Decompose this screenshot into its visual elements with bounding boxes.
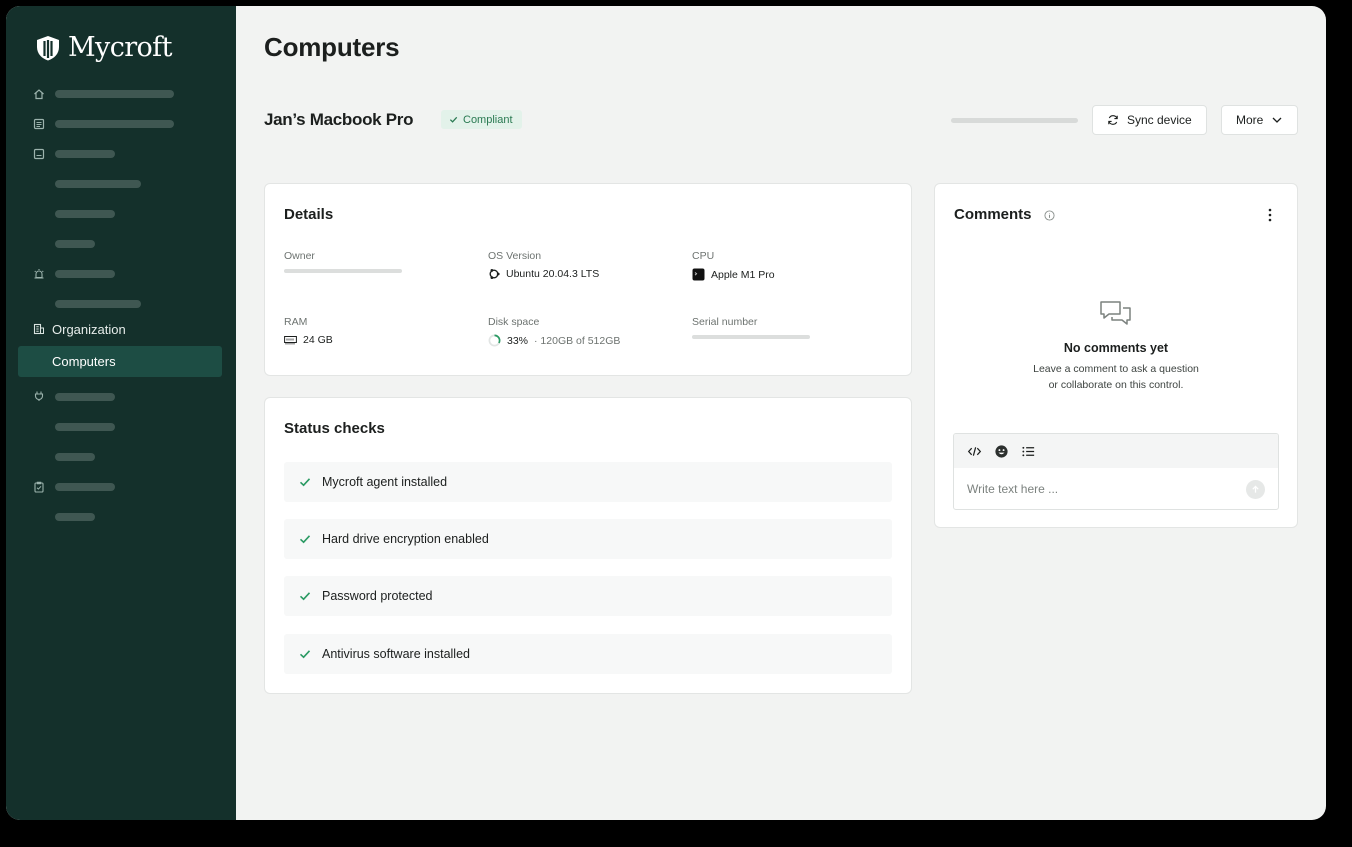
nav-item-computers-label[interactable]: Computers — [52, 354, 116, 369]
nav-item-placeholder[interactable] — [55, 483, 115, 491]
building-icon[interactable] — [33, 323, 45, 335]
status-check-row[interactable]: Antivirus software installed — [284, 634, 892, 674]
status-badge: Compliant — [441, 110, 522, 129]
status-checks-card: Status checks Mycroft agent installed Ha… — [264, 397, 912, 694]
disk-percent: 33% — [507, 334, 529, 347]
emoji-icon[interactable] — [994, 444, 1009, 459]
empty-state-line: Leave a comment to ask a question — [1033, 363, 1199, 375]
nav-item-placeholder[interactable] — [55, 150, 115, 158]
check-icon — [299, 592, 311, 601]
disk-field: Disk space 33% · 120GB of 512GB — [488, 316, 620, 347]
shield-logo-icon — [37, 35, 59, 60]
comments-card: Comments No comments yet Leave a comment… — [934, 183, 1298, 528]
more-label: More — [1236, 113, 1264, 127]
page-title: Computers — [264, 32, 400, 62]
comments-title: Comments — [954, 206, 1032, 223]
status-check-row[interactable]: Password protected — [284, 576, 892, 616]
empty-state-line: or collaborate on this control. — [1048, 379, 1184, 391]
code-icon[interactable] — [967, 444, 982, 459]
sync-device-button[interactable]: Sync device — [1092, 105, 1207, 135]
ubuntu-icon — [489, 269, 500, 279]
owner-field: Owner — [284, 250, 402, 273]
main-content: Computers Jan’s Macbook Pro Compliant Sy… — [236, 6, 1326, 820]
status-checks-title: Status checks — [284, 420, 385, 437]
nav-subitem-placeholder[interactable] — [55, 210, 115, 218]
ram-label: RAM — [284, 316, 308, 328]
chevron-down-icon — [1272, 117, 1282, 123]
header-placeholder-bar — [951, 118, 1078, 123]
bullet-list-icon[interactable] — [1021, 444, 1036, 459]
nav-item-placeholder[interactable] — [55, 120, 174, 128]
empty-state-text: Leave a comment to ask a question or col… — [935, 361, 1297, 393]
owner-label: Owner — [284, 250, 315, 262]
alarm-icon[interactable] — [33, 268, 45, 280]
serial-value-placeholder — [692, 335, 810, 339]
status-check-label: Hard drive encryption enabled — [322, 532, 489, 546]
info-icon[interactable] — [1044, 210, 1055, 221]
empty-state-title: No comments yet — [1063, 341, 1169, 355]
send-button[interactable] — [1246, 480, 1265, 499]
check-icon — [299, 535, 311, 544]
check-icon — [299, 478, 311, 487]
clipboard-check-icon[interactable] — [33, 481, 45, 493]
comment-editor — [953, 433, 1279, 510]
device-name: Jan’s Macbook Pro — [264, 110, 414, 129]
arrow-up-icon — [1252, 485, 1259, 493]
nav-subitem-placeholder[interactable] — [55, 240, 95, 248]
nav-subitem-placeholder[interactable] — [55, 300, 141, 308]
os-label: OS Version — [488, 250, 542, 262]
nav-subitem-placeholder[interactable] — [55, 513, 95, 521]
home-icon[interactable] — [33, 88, 45, 100]
refresh-icon — [1108, 115, 1118, 125]
checklist-icon[interactable] — [33, 118, 45, 130]
editor-toolbar — [954, 434, 1278, 468]
status-check-row[interactable]: Hard drive encryption enabled — [284, 519, 892, 559]
nav-subitem-placeholder[interactable] — [55, 453, 95, 461]
app-window: Mycroft Organization Computers Computers… — [6, 6, 1326, 820]
details-card: Details Owner OS Version Ubuntu 20.04.3 … — [264, 183, 912, 376]
nav-item-placeholder[interactable] — [55, 270, 115, 278]
cpu-label: CPU — [692, 250, 715, 262]
memory-icon — [284, 336, 297, 345]
check-icon — [299, 650, 311, 659]
check-icon — [449, 116, 458, 123]
status-badge-label: Compliant — [463, 113, 513, 126]
sidebar: Mycroft Organization Computers — [6, 6, 236, 820]
disk-label: Disk space — [488, 316, 540, 328]
ram-field: RAM 24 GB — [284, 316, 333, 346]
nav-item-computers[interactable] — [18, 346, 222, 377]
comment-input[interactable] — [967, 480, 1237, 498]
nav-subitem-placeholder[interactable] — [55, 423, 115, 431]
ram-value: 24 GB — [303, 334, 333, 346]
details-title: Details — [284, 206, 334, 223]
cpu-field: CPU Apple M1 Pro — [692, 250, 775, 281]
more-button[interactable]: More — [1221, 105, 1299, 135]
disk-usage-ring — [488, 334, 501, 347]
status-check-row[interactable]: Mycroft agent installed — [284, 462, 892, 502]
serial-field: Serial number — [692, 316, 810, 339]
os-field: OS Version Ubuntu 20.04.3 LTS — [488, 250, 599, 280]
chip-icon — [692, 268, 705, 281]
disk-detail: · 120GB of 512GB — [534, 334, 621, 347]
status-check-label: Antivirus software installed — [322, 647, 470, 661]
plug-icon[interactable] — [33, 390, 45, 402]
nav-item-organization[interactable]: Organization — [52, 322, 126, 337]
nav-subitem-placeholder[interactable] — [55, 180, 141, 188]
serial-label: Serial number — [692, 316, 758, 328]
more-vertical-icon[interactable] — [1267, 208, 1273, 222]
brand-logo[interactable]: Mycroft — [34, 32, 172, 63]
cpu-value: Apple M1 Pro — [711, 268, 775, 281]
os-value: Ubuntu 20.04.3 LTS — [506, 268, 600, 280]
book-icon[interactable] — [33, 148, 45, 160]
nav-item-placeholder[interactable] — [55, 90, 174, 98]
owner-value-placeholder — [284, 269, 402, 273]
sync-device-label: Sync device — [1127, 113, 1192, 127]
status-check-label: Password protected — [322, 589, 433, 603]
chat-bubbles-icon — [1100, 301, 1131, 325]
brand-name: Mycroft — [68, 32, 172, 63]
nav-item-placeholder[interactable] — [55, 393, 115, 401]
status-check-label: Mycroft agent installed — [322, 475, 448, 489]
